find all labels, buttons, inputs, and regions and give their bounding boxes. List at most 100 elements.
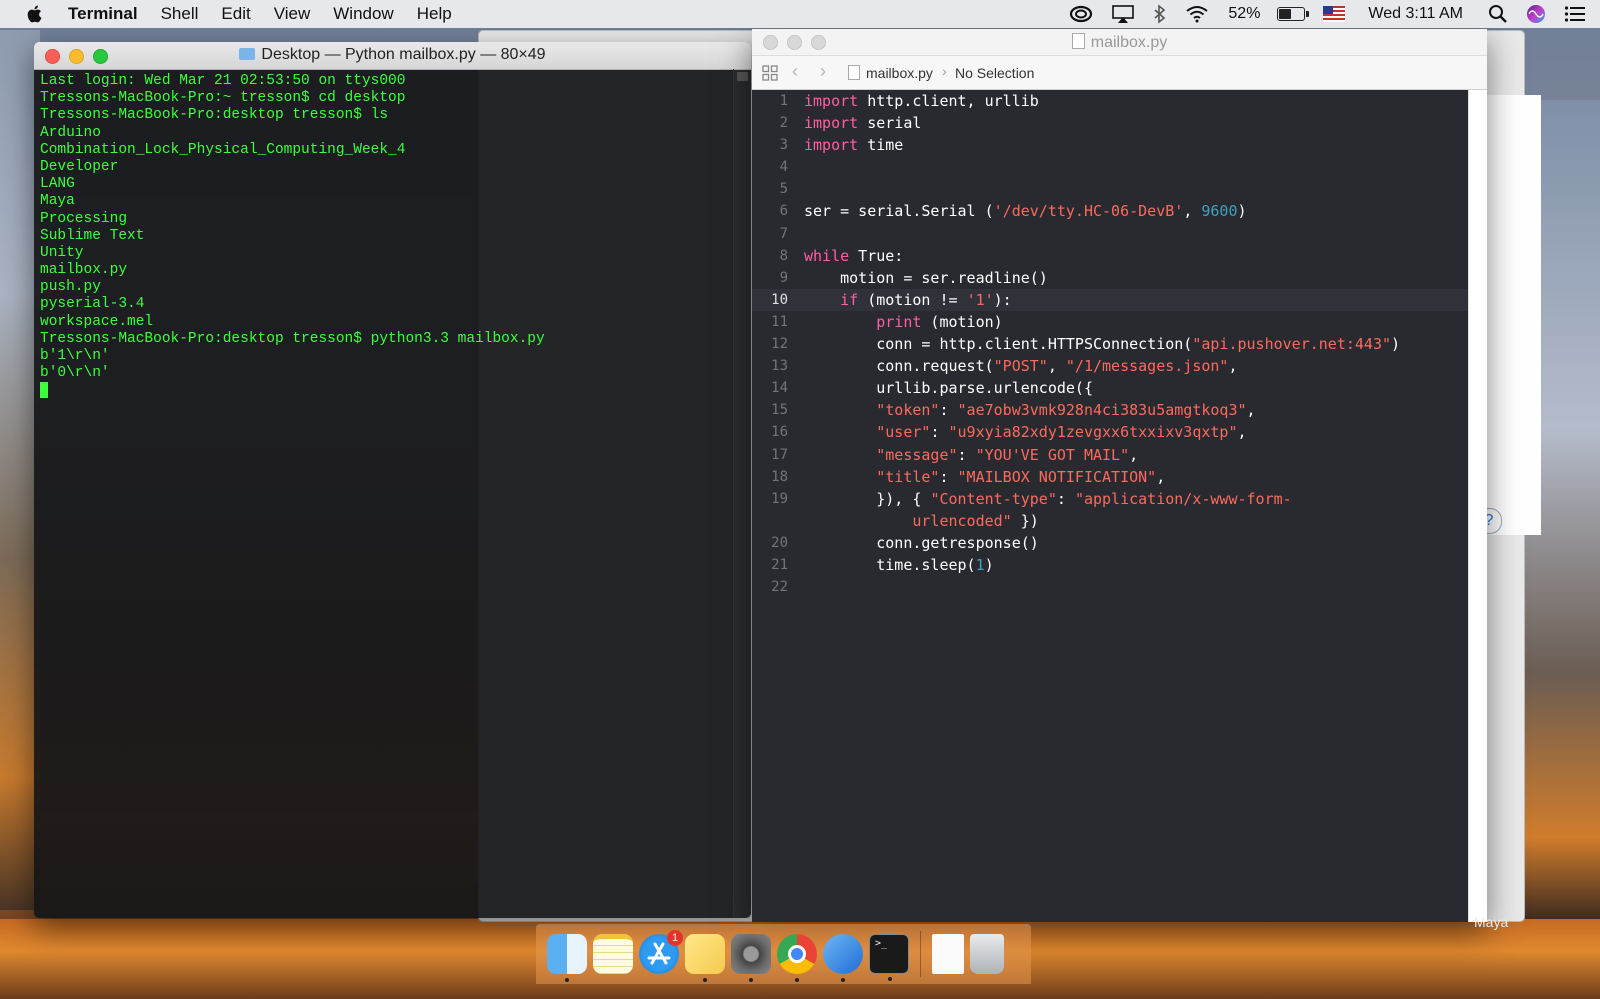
code-token: time.sleep( bbox=[804, 555, 976, 574]
terminal-icon[interactable]: >_ bbox=[869, 934, 909, 981]
code-line[interactable]: 16 "user": "u9xyia82xdy1zevgxx6txxixv3qx… bbox=[752, 421, 1469, 443]
line-number: 14 bbox=[771, 380, 788, 397]
spotlight-icon[interactable] bbox=[1488, 4, 1508, 24]
trash-icon[interactable] bbox=[970, 934, 1004, 974]
menu-app-name[interactable]: Terminal bbox=[68, 4, 138, 24]
code-line[interactable]: 4 bbox=[752, 156, 1469, 178]
code-line[interactable]: 7 bbox=[752, 223, 1469, 245]
terminal-line: mailbox.py bbox=[40, 262, 128, 279]
code-number: 9600 bbox=[1201, 202, 1238, 221]
finder-icon[interactable] bbox=[547, 934, 587, 982]
code-line[interactable]: 3 import time bbox=[752, 134, 1469, 156]
line-number: 19 bbox=[771, 490, 788, 507]
battery-percent: 52% bbox=[1228, 5, 1261, 22]
dock-separator bbox=[920, 931, 921, 977]
code-line[interactable]: 17 "message": "YOU'VE GOT MAIL", bbox=[752, 444, 1469, 466]
menu-window[interactable]: Window bbox=[333, 4, 393, 24]
creative-cloud-icon[interactable] bbox=[1069, 5, 1093, 23]
jump-bar: ‹ › mailbox.py › No Selection bbox=[752, 56, 1487, 90]
line-number: 13 bbox=[771, 358, 788, 375]
wifi-icon[interactable] bbox=[1185, 5, 1209, 23]
stickies-icon[interactable] bbox=[685, 934, 725, 982]
code-line[interactable]: 11 print (motion) bbox=[752, 311, 1469, 333]
terminal-scrollbar[interactable] bbox=[733, 69, 751, 918]
terminal-titlebar[interactable]: Desktop — Python mailbox.py — 80×49 bbox=[34, 42, 751, 70]
notification-center-icon[interactable] bbox=[1564, 5, 1586, 23]
code-token: (motion != bbox=[858, 290, 967, 309]
editor-window[interactable]: mailbox.py ‹ › mailbox.py › No Selection… bbox=[752, 29, 1487, 922]
scroll-marker-icon[interactable] bbox=[737, 72, 748, 81]
battery-icon[interactable] bbox=[1271, 7, 1310, 21]
code-editor[interactable]: 1 import http.client, urllib 2 import seria… bbox=[752, 90, 1469, 922]
forward-arrow-icon[interactable]: › bbox=[820, 61, 826, 82]
code-line[interactable]: 6 ser = serial.Serial ('/dev/tty.HC-06-De… bbox=[752, 200, 1469, 222]
code-text: import time bbox=[804, 134, 903, 156]
terminal-output[interactable]: Last login: Wed Mar 21 02:53:50 on ttys0… bbox=[40, 73, 731, 918]
code-keyword: import bbox=[804, 92, 859, 110]
document-icon[interactable] bbox=[932, 934, 964, 974]
menu-clock[interactable]: Wed 3:11 AM bbox=[1368, 5, 1463, 23]
code-line[interactable]: 21 time.sleep(1) bbox=[752, 554, 1469, 576]
system-preferences-icon[interactable] bbox=[731, 934, 771, 982]
code-line[interactable]: 13 conn.request("POST", "/1/messages.jso… bbox=[752, 355, 1469, 377]
running-indicator bbox=[749, 978, 753, 982]
code-token: http.client, urllib bbox=[858, 92, 1039, 110]
airplay-icon[interactable] bbox=[1111, 4, 1135, 24]
terminal-line: push.py bbox=[40, 279, 101, 296]
siri-icon[interactable] bbox=[1526, 4, 1546, 24]
app-store-icon[interactable]: 1 bbox=[639, 930, 683, 974]
code-line[interactable]: 19 }), { "Content-type": "application/x-… bbox=[752, 488, 1469, 532]
terminal-line: Last login: Wed Mar 21 02:53:50 on ttys0… bbox=[40, 73, 406, 89]
related-items-icon[interactable] bbox=[762, 65, 778, 81]
running-indicator bbox=[795, 978, 799, 982]
apple-icon[interactable] bbox=[24, 3, 46, 25]
bluetooth-icon[interactable] bbox=[1153, 4, 1167, 24]
line-number: 5 bbox=[779, 181, 788, 198]
code-line[interactable]: 9 motion = ser.readline() bbox=[752, 267, 1469, 289]
code-string: "POST" bbox=[993, 357, 1048, 376]
code-line[interactable]: 2 import serial bbox=[752, 112, 1469, 134]
code-text: conn.getresponse() bbox=[804, 532, 1039, 554]
chrome-icon[interactable] bbox=[777, 934, 817, 982]
code-line[interactable]: 18 "title": "MAILBOX NOTIFICATION", bbox=[752, 466, 1469, 488]
terminal-cursor-line bbox=[40, 382, 731, 399]
line-number: 22 bbox=[771, 579, 788, 596]
menu-shell[interactable]: Shell bbox=[161, 4, 199, 24]
code-text: conn.request("POST", "/1/messages.json", bbox=[804, 355, 1237, 377]
code-token: conn.getresponse() bbox=[804, 533, 1039, 552]
app-store-badge: 1 bbox=[667, 930, 683, 946]
jump-bar-file[interactable]: mailbox.py bbox=[848, 65, 933, 81]
terminal-line: Processing bbox=[40, 210, 128, 227]
code-line[interactable]: 15 "token": "ae7obw3vmk928n4ci383u5amgtk… bbox=[752, 399, 1469, 421]
editor-titlebar[interactable]: mailbox.py bbox=[752, 29, 1487, 56]
code-line[interactable]: 10 if (motion != '1'): bbox=[752, 288, 1469, 311]
code-token: : bbox=[930, 423, 949, 442]
code-string: "application/x-www-form- bbox=[1074, 489, 1292, 508]
code-line[interactable]: 22 bbox=[752, 576, 1469, 598]
code-text: "message": "YOU'VE GOT MAIL", bbox=[804, 444, 1138, 466]
code-text: print (motion) bbox=[804, 311, 1002, 333]
editor-scrollbar[interactable] bbox=[1468, 90, 1487, 922]
code-line[interactable]: 14 urllib.parse.urlencode({ bbox=[752, 377, 1469, 399]
code-line[interactable]: 5 bbox=[752, 178, 1469, 200]
us-flag-icon[interactable] bbox=[1323, 6, 1346, 22]
jump-bar-selection[interactable]: No Selection bbox=[955, 65, 1034, 81]
code-line[interactable]: 20 conn.getresponse() bbox=[752, 532, 1469, 554]
back-arrow-icon[interactable]: ‹ bbox=[792, 61, 798, 82]
code-line[interactable]: 12 conn = http.client.HTTPSConnection("a… bbox=[752, 333, 1469, 355]
menu-view[interactable]: View bbox=[274, 4, 311, 24]
code-line[interactable]: 1 import http.client, urllib bbox=[752, 90, 1469, 112]
code-line[interactable]: 8 while True: bbox=[752, 245, 1469, 267]
code-keyword: if bbox=[840, 290, 859, 309]
menu-help[interactable]: Help bbox=[417, 4, 452, 24]
terminal-window[interactable]: Desktop — Python mailbox.py — 80×49 Last… bbox=[34, 42, 751, 918]
xcode-icon[interactable] bbox=[823, 934, 863, 982]
dock: 1 >_ bbox=[536, 924, 1031, 984]
line-number: 15 bbox=[771, 402, 788, 419]
notes-icon[interactable] bbox=[593, 934, 633, 974]
menu-edit[interactable]: Edit bbox=[221, 4, 250, 24]
jump-bar-file-label: mailbox.py bbox=[866, 65, 933, 81]
code-text: while True: bbox=[804, 245, 903, 267]
code-keyword: import bbox=[804, 136, 859, 155]
